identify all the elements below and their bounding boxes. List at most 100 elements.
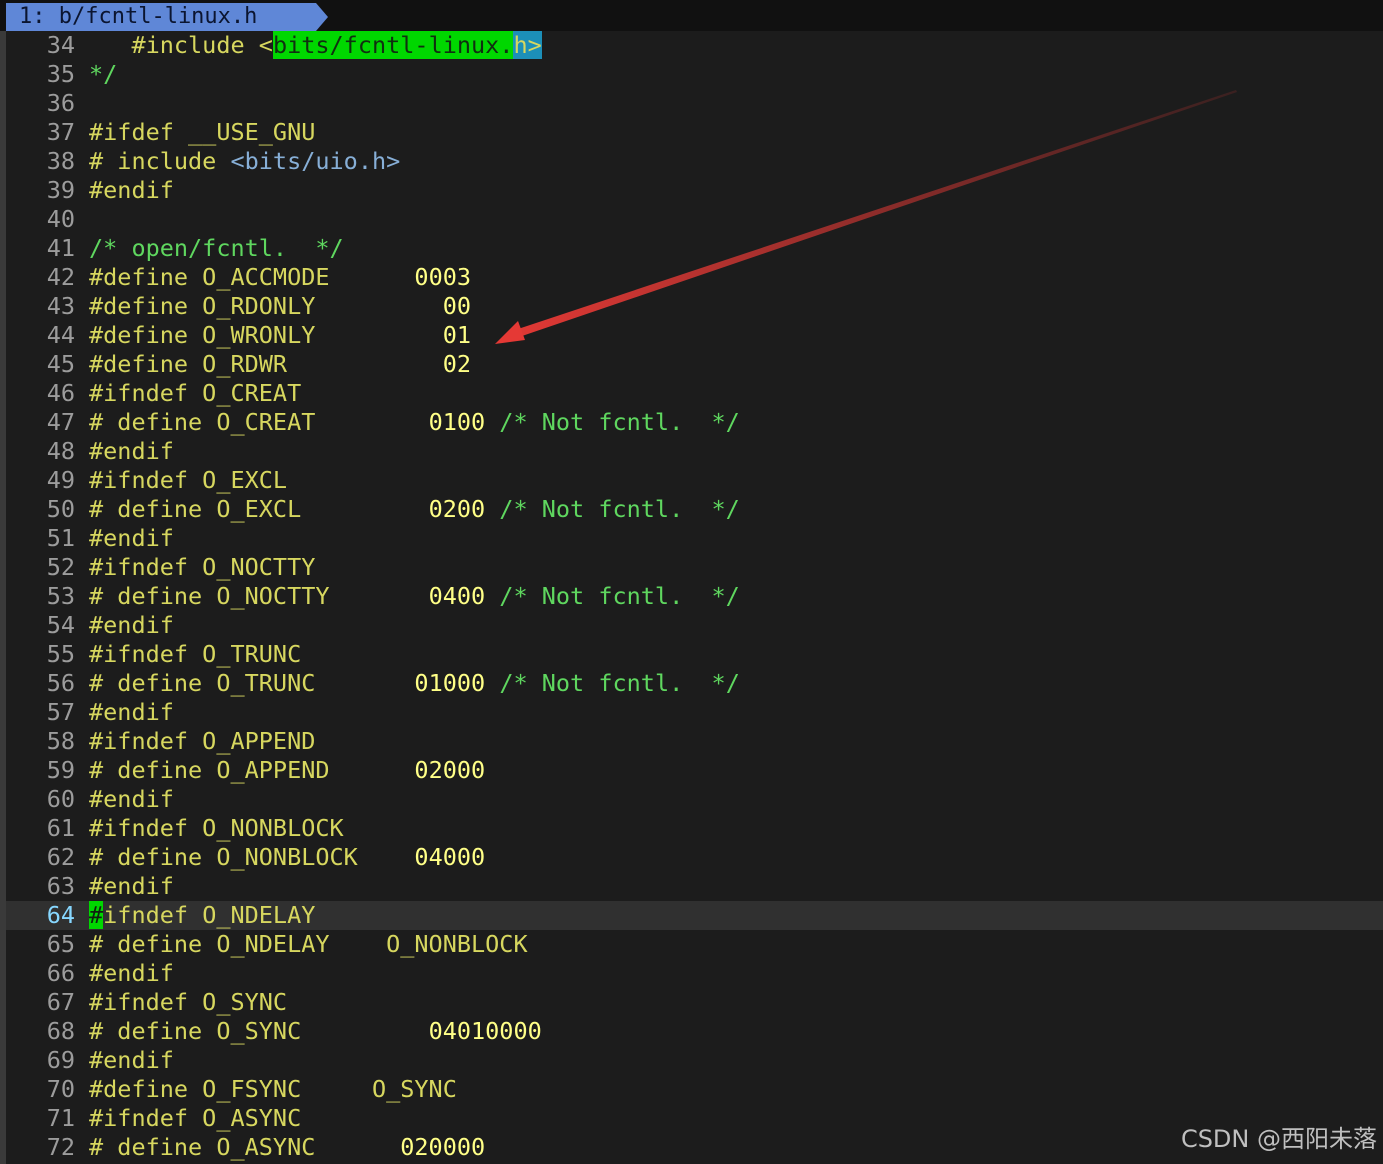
line-number: 62 [46, 843, 75, 871]
code-line[interactable]: 56 # define O_TRUNC 01000 /* Not fcntl. *… [6, 669, 1383, 698]
code-line[interactable]: 48 #endif [6, 437, 1383, 466]
line-text: #include <bits/fcntl-linux.h> [89, 31, 542, 60]
code-line[interactable]: 58 #ifndef O_APPEND [6, 727, 1383, 756]
line-number: 71 [46, 1104, 75, 1132]
code-token-com: /* Not fcntl. */ [485, 495, 740, 523]
code-token-dir: #endif [89, 1046, 174, 1074]
line-text: # define O_APPEND 02000 [89, 756, 485, 785]
line-text: # define O_NOCTTY 0400 /* Not fcntl. */ [89, 582, 740, 611]
code-line[interactable]: 38 # include <bits/uio.h> [6, 147, 1383, 176]
code-token-dir: #define O_RDONLY [89, 292, 443, 320]
code-token-dir: #ifndef O_CREAT [89, 379, 302, 407]
line-number: 52 [46, 553, 75, 581]
line-text: # include <bits/uio.h> [89, 147, 400, 176]
code-line[interactable]: 60 #endif [6, 785, 1383, 814]
code-line[interactable]: 55 #ifndef O_TRUNC [6, 640, 1383, 669]
code-token-num: 02000 [414, 756, 486, 784]
code-line[interactable]: 42 #define O_ACCMODE 0003 [6, 263, 1383, 292]
code-line[interactable]: 44 #define O_WRONLY 01 [6, 321, 1383, 350]
code-token-dir: #ifndef O_TRUNC [89, 640, 302, 668]
code-token-com: */ [89, 60, 118, 88]
line-number: 37 [46, 118, 75, 146]
code-token-dir: #define O_RDWR [89, 350, 443, 378]
code-line[interactable]: 37 #ifdef __USE_GNU [6, 118, 1383, 147]
line-text: #endif [89, 872, 174, 901]
code-line[interactable]: 68 # define O_SYNC 04010000 [6, 1017, 1383, 1046]
line-text: # define O_NONBLOCK 04000 [89, 843, 485, 872]
line-number: 56 [46, 669, 75, 697]
line-number: 64 [46, 901, 75, 929]
line-number: 70 [46, 1075, 75, 1103]
code-token-dir: # define O_TRUNC [89, 669, 415, 697]
code-token-dir: #define O_WRONLY [89, 321, 443, 349]
code-line[interactable]: 69 #endif [6, 1046, 1383, 1075]
code-line[interactable]: 36 [6, 89, 1383, 118]
code-buffer[interactable]: 34 #include <bits/fcntl-linux.h> 35 */36 37… [6, 31, 1383, 1162]
code-line[interactable]: 45 #define O_RDWR 02 [6, 350, 1383, 379]
line-number: 44 [46, 321, 75, 349]
line-text: #define O_RDONLY 00 [89, 292, 471, 321]
code-line[interactable]: 46 #ifndef O_CREAT [6, 379, 1383, 408]
line-text: #define O_ACCMODE 0003 [89, 263, 471, 292]
code-line[interactable]: 43 #define O_RDONLY 00 [6, 292, 1383, 321]
code-token-inc: <bits/uio.h> [230, 147, 401, 175]
line-text: #ifndef O_CREAT [89, 379, 301, 408]
code-token-num: 020000 [400, 1133, 486, 1161]
code-token-dir: #endif [89, 437, 174, 465]
tab-separator-arrow-icon [316, 3, 328, 31]
code-token-dir: # define O_SYNC [89, 1017, 429, 1045]
code-token-dir: #ifndef O_SYNC [89, 988, 288, 1016]
line-number: 65 [46, 930, 75, 958]
code-token-dir: # define O_NDELAY O_NONBLOCK [89, 930, 528, 958]
code-line[interactable]: 61 #ifndef O_NONBLOCK [6, 814, 1383, 843]
line-number: 60 [46, 785, 75, 813]
line-number: 50 [46, 495, 75, 523]
code-line-current[interactable]: 64 #ifndef O_NDELAY [6, 901, 1383, 930]
code-line[interactable]: 67 #ifndef O_SYNC [6, 988, 1383, 1017]
code-line[interactable]: 57 #endif [6, 698, 1383, 727]
code-token-num: 0400 [428, 582, 486, 610]
code-line[interactable]: 65 # define O_NDELAY O_NONBLOCK [6, 930, 1383, 959]
code-token-dir: #endif [89, 698, 174, 726]
code-token-dir: #endif [89, 959, 174, 987]
code-line[interactable]: 71 #ifndef O_ASYNC [6, 1104, 1383, 1133]
line-number: 69 [46, 1046, 75, 1074]
line-number: 43 [46, 292, 75, 320]
code-line[interactable]: 35 */ [6, 60, 1383, 89]
line-text: #define O_RDWR 02 [89, 350, 471, 379]
line-text: #ifdef __USE_GNU [89, 118, 315, 147]
code-token-cur: # [89, 901, 104, 929]
code-line[interactable]: 53 # define O_NOCTTY 0400 /* Not fcntl. *… [6, 582, 1383, 611]
code-line[interactable]: 41 /* open/fcntl. */ [6, 234, 1383, 263]
code-line[interactable]: 40 [6, 205, 1383, 234]
line-text: #endif [89, 959, 174, 988]
code-token-dir: #ifndef O_ASYNC [89, 1104, 302, 1132]
code-line[interactable]: 39 #endif [6, 176, 1383, 205]
line-number: 41 [46, 234, 75, 262]
code-line[interactable]: 66 #endif [6, 959, 1383, 988]
line-text: # define O_NDELAY O_NONBLOCK [89, 930, 528, 959]
code-line[interactable]: 62 # define O_NONBLOCK 04000 [6, 843, 1383, 872]
line-number: 39 [46, 176, 75, 204]
code-line[interactable]: 34 #include <bits/fcntl-linux.h> [6, 31, 1383, 60]
code-line[interactable]: 63 #endif [6, 872, 1383, 901]
vim-editor-window: 1: b/fcntl-linux.h 34 #include <bits/fcn… [0, 0, 1383, 1164]
code-line[interactable]: 72 # define O_ASYNC 020000 [6, 1133, 1383, 1162]
line-text: #endif [89, 524, 174, 553]
code-line[interactable]: 47 # define O_CREAT 0100 /* Not fcntl. */ [6, 408, 1383, 437]
code-token-dir: # define O_NONBLOCK [89, 843, 415, 871]
code-line[interactable]: 70 #define O_FSYNC O_SYNC [6, 1075, 1383, 1104]
line-number: 51 [46, 524, 75, 552]
code-line[interactable]: 52 #ifndef O_NOCTTY [6, 553, 1383, 582]
code-line[interactable]: 50 # define O_EXCL 0200 /* Not fcntl. */ [6, 495, 1383, 524]
code-line[interactable]: 49 #ifndef O_EXCL [6, 466, 1383, 495]
line-text: #define O_WRONLY 01 [89, 321, 471, 350]
code-token-dir: #define O_FSYNC O_SYNC [89, 1075, 457, 1103]
code-token-dir: < [258, 31, 273, 59]
code-line[interactable]: 59 # define O_APPEND 02000 [6, 756, 1383, 785]
code-line[interactable]: 54 #endif [6, 611, 1383, 640]
tab-active-file[interactable]: 1: b/fcntl-linux.h [6, 3, 316, 31]
code-token-dir: #include [89, 31, 259, 59]
code-line[interactable]: 51 #endif [6, 524, 1383, 553]
line-text: #ifndef O_TRUNC [89, 640, 301, 669]
